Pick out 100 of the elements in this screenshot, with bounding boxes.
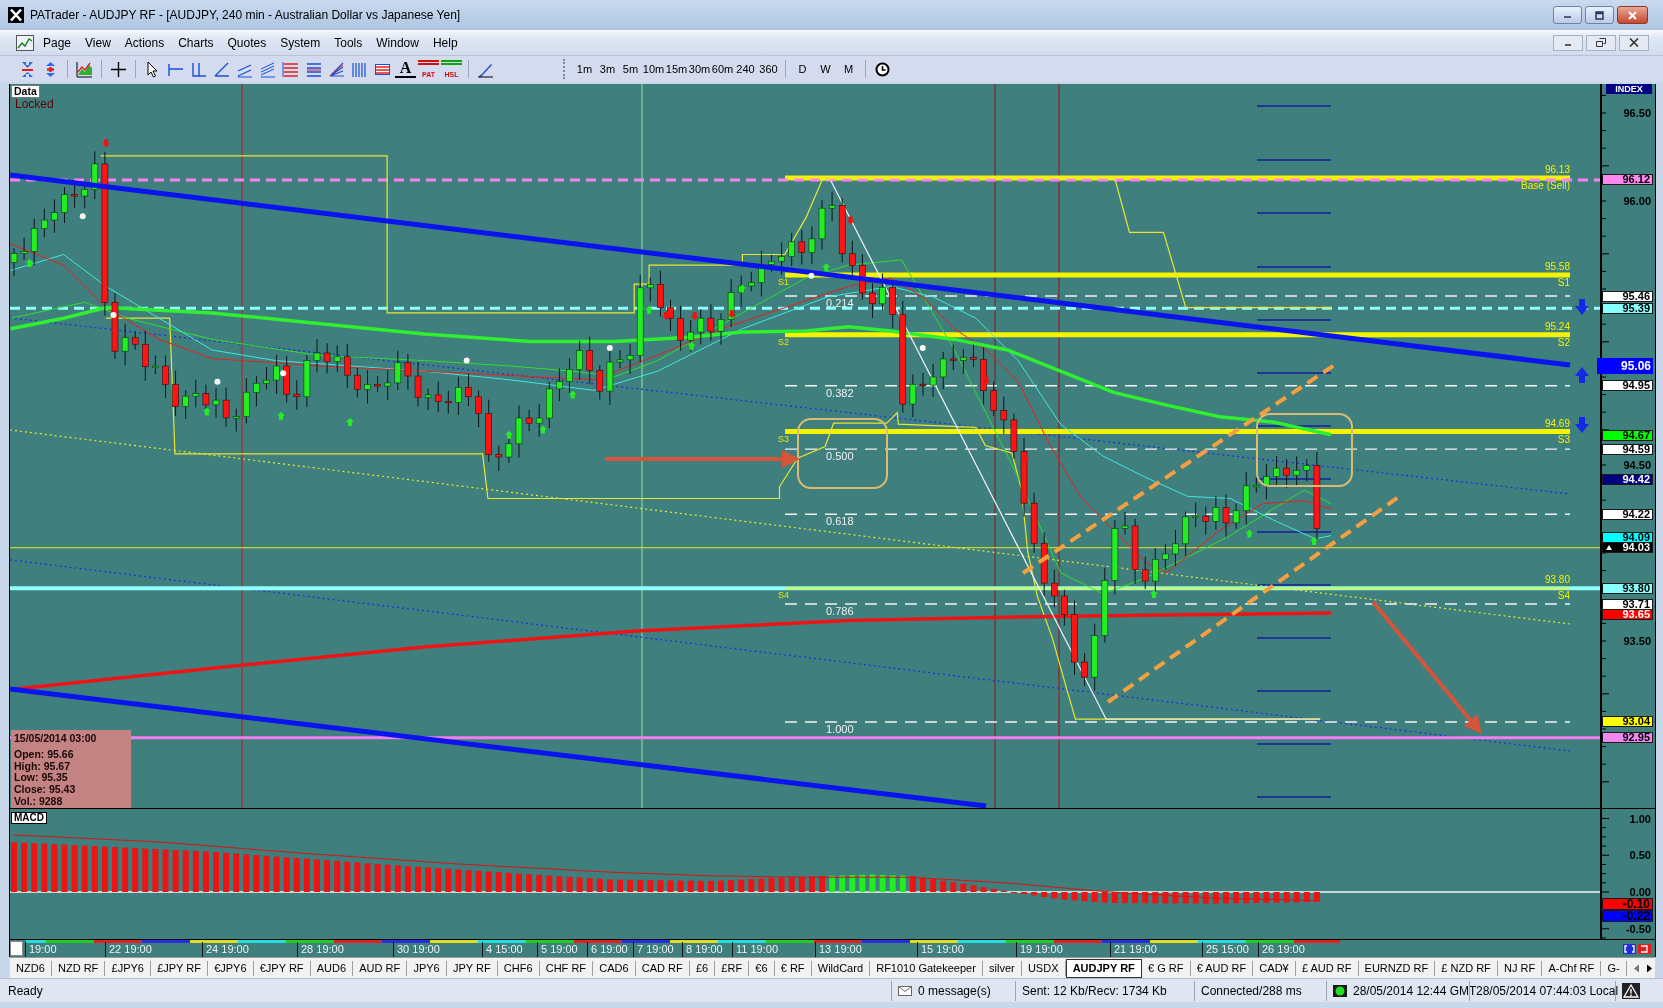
symbol-tab[interactable]: USDX bbox=[1021, 960, 1066, 976]
levels-icon[interactable] bbox=[305, 60, 322, 78]
fan-lines-icon[interactable] bbox=[328, 60, 345, 78]
timeframe-button[interactable]: 60m bbox=[711, 59, 734, 79]
time-label: 26 19:00 bbox=[1262, 943, 1305, 956]
timeframe-button[interactable]: 15m bbox=[665, 59, 688, 79]
menu-item[interactable]: Help bbox=[425, 35, 465, 50]
symbol-tab[interactable]: NZD RF bbox=[51, 960, 106, 976]
menu-item[interactable]: Page bbox=[36, 35, 79, 50]
symbol-tab[interactable]: £RF bbox=[715, 960, 750, 976]
down-arrow-icon bbox=[690, 312, 699, 321]
symbol-tab[interactable]: € RF bbox=[774, 960, 812, 976]
pivot-name: S4 bbox=[778, 591, 789, 601]
candlestick bbox=[525, 409, 533, 432]
scale-toggle-icon[interactable] bbox=[1638, 944, 1651, 954]
candlestick bbox=[1051, 569, 1058, 608]
symbol-tab[interactable]: £6 bbox=[689, 960, 716, 976]
symbol-tab[interactable]: RF1010 Gatekeeper bbox=[870, 960, 983, 976]
menu-item[interactable]: Quotes bbox=[220, 35, 274, 50]
symbol-tab[interactable]: £JPY6 bbox=[105, 960, 152, 976]
maximize-button[interactable] bbox=[1585, 6, 1614, 24]
symbol-tab[interactable]: JPY6 bbox=[407, 960, 447, 976]
symbol-tab[interactable]: WildCard bbox=[811, 960, 871, 976]
period-button[interactable]: W bbox=[814, 59, 837, 79]
vertical-lines-icon[interactable] bbox=[190, 60, 207, 78]
menu-item[interactable]: Charts bbox=[171, 35, 221, 50]
timeframe-button[interactable]: 5m bbox=[619, 59, 642, 79]
clock-icon[interactable] bbox=[874, 60, 891, 78]
symbol-tab[interactable]: A-Chf RF bbox=[1542, 960, 1602, 976]
menu-item[interactable]: View bbox=[78, 35, 118, 50]
candlestick bbox=[253, 375, 260, 407]
time-label: 22 19:00 bbox=[109, 943, 152, 956]
timeframe-button[interactable]: 1m bbox=[573, 59, 596, 79]
up-arrow-icon bbox=[738, 284, 747, 293]
symbol-tab[interactable]: £JPY RF bbox=[151, 960, 209, 976]
candlestick bbox=[758, 250, 765, 297]
menu-item[interactable]: Actions bbox=[117, 35, 172, 50]
symbol-tab[interactable]: AUD RF bbox=[353, 960, 408, 976]
restore-button[interactable] bbox=[1586, 34, 1616, 51]
candlestick bbox=[192, 379, 200, 408]
minimize-button[interactable] bbox=[1553, 34, 1583, 51]
menu-item[interactable]: Tools bbox=[327, 35, 370, 50]
window-title: PATrader - AUDJPY RF - [AUDJPY, 240 min - Australian Dollar vs Japanese Yen] bbox=[30, 8, 461, 22]
candlestick bbox=[1121, 511, 1129, 535]
ohlc-value: Close: 95.43 bbox=[14, 784, 77, 796]
crosshair-icon[interactable] bbox=[110, 60, 127, 78]
candlestick bbox=[808, 225, 816, 265]
symbol-tab[interactable]: CHF RF bbox=[539, 960, 594, 976]
minimize-button[interactable] bbox=[1553, 6, 1582, 24]
symbol-tab[interactable]: £ AUD RF bbox=[1295, 960, 1359, 976]
symbol-tab[interactable]: CHF6 bbox=[497, 960, 540, 976]
scroll-right-icon[interactable] bbox=[1645, 963, 1653, 973]
timeframe-button[interactable]: 240 bbox=[734, 59, 757, 79]
dot-icon bbox=[606, 344, 613, 351]
symbol-tab[interactable]: AUD6 bbox=[310, 960, 354, 976]
candlestick bbox=[81, 180, 88, 209]
symbol-tab[interactable]: €JPY6 bbox=[208, 960, 254, 976]
timeframe-button[interactable]: 30m bbox=[688, 59, 711, 79]
symbol-tab[interactable]: € G RF bbox=[1141, 960, 1191, 976]
scroll-left-icon[interactable] bbox=[1632, 963, 1640, 973]
scroll-handle[interactable] bbox=[10, 941, 23, 956]
symbol-tab[interactable]: JPY RF bbox=[446, 960, 498, 976]
regression-channel-icon[interactable] bbox=[259, 60, 276, 78]
chart-icon[interactable] bbox=[76, 60, 93, 78]
symbol-tab[interactable]: G- bbox=[1601, 960, 1627, 976]
symbol-tab[interactable]: € AUD RF bbox=[1190, 960, 1254, 976]
period-button[interactable]: M bbox=[837, 59, 860, 79]
menu-item[interactable]: System bbox=[273, 35, 328, 50]
period-button[interactable]: D bbox=[791, 59, 814, 79]
symbol-tab[interactable]: CAD¥ bbox=[1253, 960, 1296, 976]
symbol-tab[interactable]: NZD6 bbox=[10, 960, 52, 976]
symbol-tab[interactable]: NJ RF bbox=[1497, 960, 1543, 976]
timeframe-button[interactable]: 360 bbox=[757, 59, 780, 79]
candlestick bbox=[51, 198, 58, 234]
symbol-tab[interactable]: CAD RF bbox=[635, 960, 690, 976]
close-button[interactable] bbox=[1619, 34, 1649, 51]
squeeze-arrows-icon[interactable] bbox=[19, 60, 36, 78]
menu-item[interactable]: Window bbox=[369, 35, 426, 50]
scale-toggle-icon[interactable] bbox=[1623, 944, 1636, 954]
axis-label: 93.50 bbox=[1623, 635, 1651, 647]
symbol-tab[interactable]: €6 bbox=[749, 960, 775, 976]
cycle-lines-icon[interactable] bbox=[351, 60, 368, 78]
symbol-tab[interactable]: EURNZD RF bbox=[1358, 960, 1436, 976]
symbol-tab[interactable]: €JPY RF bbox=[253, 960, 311, 976]
symbol-tab[interactable]: CAD6 bbox=[593, 960, 636, 976]
timeframe-button[interactable]: 3m bbox=[596, 59, 619, 79]
close-button[interactable] bbox=[1617, 6, 1648, 24]
chart-icon[interactable] bbox=[16, 34, 34, 51]
candlestick bbox=[677, 305, 684, 352]
text-tool-button[interactable]: A bbox=[395, 60, 416, 78]
pivot-name: S4 bbox=[1557, 591, 1570, 602]
symbol-tab[interactable]: AUDJPY RF bbox=[1065, 958, 1142, 978]
candlestick bbox=[152, 355, 159, 375]
fibonacci-levels-icon[interactable] bbox=[282, 60, 299, 78]
trend-line-icon[interactable] bbox=[213, 60, 230, 78]
symbol-tab[interactable]: silver bbox=[982, 960, 1022, 976]
timeframe-button[interactable]: 10m bbox=[642, 59, 665, 79]
symbol-tab[interactable]: £ NZD RF bbox=[1435, 960, 1498, 976]
time-label: 15 19:00 bbox=[921, 943, 964, 956]
down-arrow-icon bbox=[727, 309, 736, 318]
